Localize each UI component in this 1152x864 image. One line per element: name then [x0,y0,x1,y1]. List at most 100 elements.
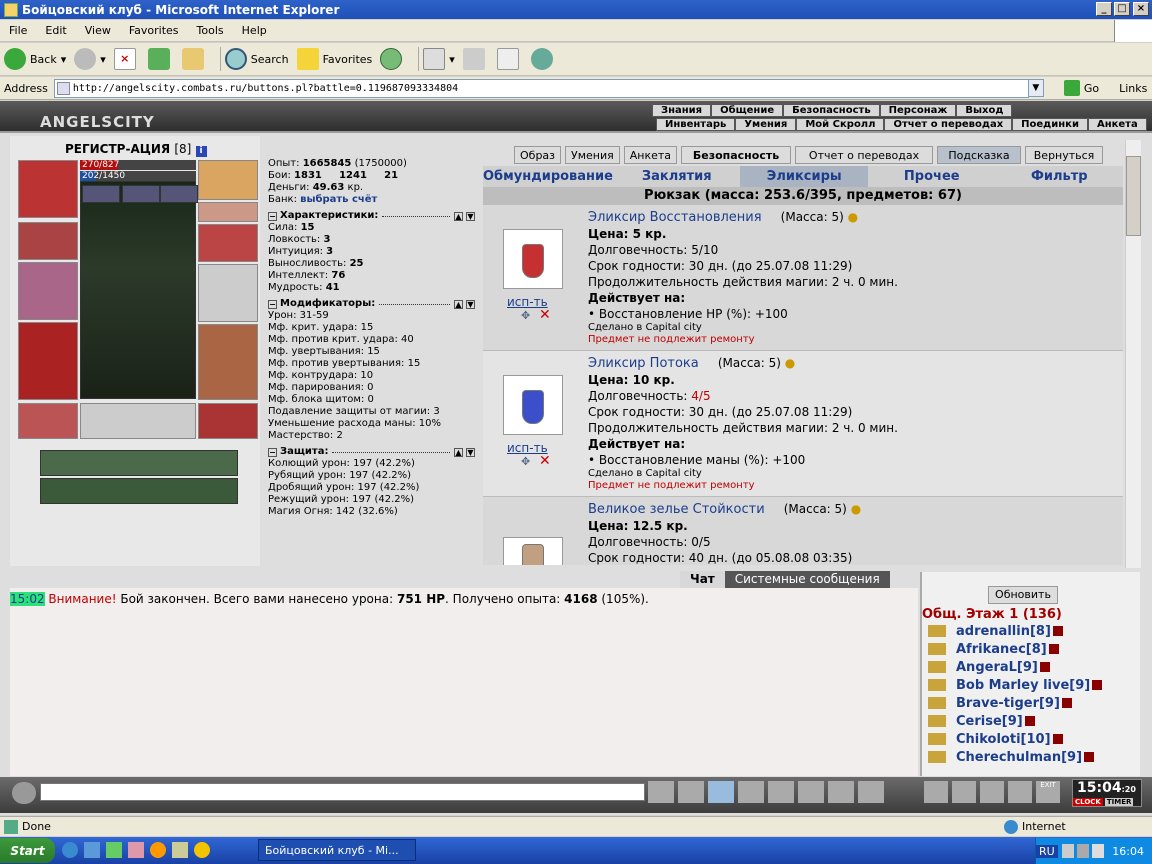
search-button[interactable]: Search [224,48,289,70]
amulet-slot[interactable] [82,185,120,203]
mail-button[interactable]: ▾ [423,48,455,70]
private-icon[interactable] [798,781,824,803]
info-icon[interactable] [1061,698,1072,708]
btn-profile[interactable]: Анкета [623,146,678,164]
menu-tools[interactable]: Tools [188,24,233,37]
belt-slot[interactable] [18,403,78,439]
tab-system[interactable]: Системные сообщения [724,571,890,588]
user-icon[interactable] [980,781,1004,803]
info-icon[interactable]: i [195,146,207,157]
tab-elixirs[interactable]: Эликсиры [740,166,868,187]
links-button[interactable]: Links [1119,82,1147,95]
messenger-icon[interactable] [106,842,122,858]
history-button[interactable] [380,48,406,70]
menu-edit[interactable]: Edit [36,24,75,37]
tab-equipment[interactable]: Обмундирование [483,166,613,187]
inventory-scrollbar[interactable] [1125,140,1141,568]
private-arrow-icon[interactable] [928,751,946,763]
nav-exit[interactable]: Выход [956,104,1013,117]
private-arrow-icon[interactable] [928,643,946,655]
smile-icon[interactable] [12,782,36,804]
ring-slot-2[interactable] [160,185,198,203]
nav-character[interactable]: Персонаж [879,104,957,117]
gloves-slot[interactable] [198,224,258,262]
menu-file[interactable]: File [0,24,36,37]
menu-help[interactable]: Help [233,24,276,37]
start-button[interactable]: Start [0,838,55,863]
btn-transfers[interactable]: Отчет о переводах [795,146,934,164]
transfer-icon[interactable]: ✥ [521,455,530,468]
private-arrow-icon[interactable] [928,697,946,709]
online-user[interactable]: Bob Marley live[9] [928,676,1140,694]
exit-icon[interactable]: EXIT [1036,781,1060,803]
print-button[interactable] [462,48,489,70]
online-user[interactable]: Afrikanec[8] [928,640,1140,658]
at-icon[interactable] [150,842,166,858]
info-icon[interactable] [1024,716,1035,726]
refresh-button[interactable] [147,48,174,70]
delete-icon[interactable]: ✕ [539,307,551,323]
fight-icon[interactable] [768,781,794,803]
item-name[interactable]: Эликсир Восстановления [588,210,762,225]
mod-header[interactable]: − Модификаторы: ▲ ▼ [268,298,478,310]
private-arrow-icon[interactable] [928,715,946,727]
go-button[interactable]: Go [1063,80,1099,96]
home-button[interactable] [181,48,208,70]
nav-skills[interactable]: Умения [735,118,797,131]
lang-indicator[interactable]: RU [1035,844,1058,858]
filter-icon[interactable] [708,781,734,803]
nav-my-scroll[interactable]: Мой Скролл [796,118,885,131]
emoticon-icon[interactable] [858,781,884,803]
shield-slot[interactable] [198,264,258,322]
info-icon[interactable] [1052,734,1063,744]
menu-favorites[interactable]: Favorites [120,24,188,37]
earring-slot[interactable] [198,160,258,200]
online-user[interactable]: Cherechulman[9] [928,748,1140,766]
nav-knowledge[interactable]: Знания [652,104,712,117]
bag-icon[interactable] [924,781,948,803]
refresh-button[interactable]: Обновить [988,586,1058,604]
menu-view[interactable]: View [76,24,120,37]
app-icon[interactable] [128,842,144,858]
spell-slots-row-2[interactable] [40,478,238,504]
clear-icon[interactable] [678,781,704,803]
btn-return[interactable]: Вернуться [1025,146,1104,164]
address-input[interactable]: http://angelscity.combats.ru/buttons.pl?… [53,78,1029,98]
info-icon[interactable] [1039,662,1050,672]
item-name[interactable]: Великое зелье Стойкости [588,502,765,517]
sound-icon[interactable] [828,781,854,803]
nav-security[interactable]: Безопасность [783,104,880,117]
tab-other[interactable]: Прочее [868,166,996,187]
info-icon[interactable] [1048,644,1059,654]
helmet-slot[interactable] [18,160,78,218]
info-icon[interactable] [1092,680,1103,690]
btn-security[interactable]: Безопасность [681,146,792,164]
online-user[interactable]: Cerise[9] [928,712,1140,730]
btn-hint[interactable]: Подсказка [937,146,1022,164]
maximize-button[interactable]: □ [1114,2,1130,16]
info-icon[interactable] [1084,752,1095,762]
private-arrow-icon[interactable] [928,625,946,637]
chat-input[interactable] [40,783,645,801]
nav-duels[interactable]: Поединки [1012,118,1088,131]
tray-icon-2[interactable] [1076,844,1090,858]
pants-slot[interactable] [198,324,258,400]
smiley-icon[interactable] [194,842,210,858]
online-user[interactable]: Brave-tiger[9] [928,694,1140,712]
empty-slots[interactable] [80,403,196,439]
close-button[interactable]: × [1133,2,1149,16]
bracer-slot[interactable] [18,222,78,260]
char-header[interactable]: − Характеристики: ▲ ▼ [268,210,478,222]
house-icon[interactable] [1008,781,1032,803]
minimize-button[interactable]: _ [1096,2,1112,16]
spell-slots-row-1[interactable] [40,450,238,476]
tab-filter[interactable]: Фильтр [996,166,1124,187]
nav-profile[interactable]: Анкета [1087,118,1147,131]
online-user[interactable]: adrenallin[8] [928,622,1140,640]
save-icon[interactable] [738,781,764,803]
nav-inventory[interactable]: Инвентарь [656,118,736,131]
back-button[interactable]: Back ▾ [4,48,66,70]
weapon-slot[interactable] [18,262,78,320]
stop-button[interactable]: × [113,48,140,70]
delete-icon[interactable]: ✕ [539,453,551,469]
